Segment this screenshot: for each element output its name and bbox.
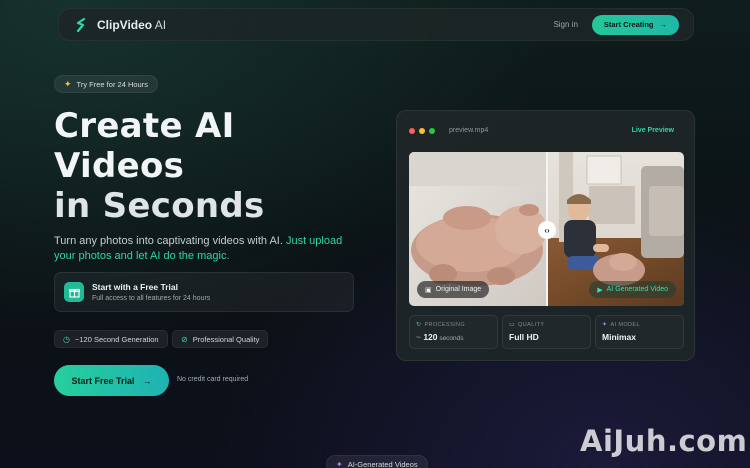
- free-trial-badge: ✦ Try Free for 24 Hours: [54, 75, 158, 93]
- start-free-trial-button[interactable]: Start Free Trial →: [54, 365, 169, 396]
- window-close-dot: [409, 128, 415, 134]
- live-preview-label: Live Preview: [631, 127, 674, 134]
- free-trial-card-subtitle: Full access to all features for 24 hours: [92, 295, 211, 302]
- gift-icon: [64, 282, 84, 302]
- video-icon: ▶: [597, 286, 603, 294]
- watermark: AiJuh.com: [580, 424, 748, 458]
- hero-title-line-2: Videos: [54, 146, 185, 186]
- logo-text[interactable]: ClipVideo AI: [97, 18, 166, 32]
- free-trial-badge-label: Try Free for 24 Hours: [76, 79, 148, 89]
- original-image-tag: ▣ Original Image: [417, 281, 490, 298]
- sparkle-icon: ✦: [336, 459, 343, 468]
- stat-quality-value: Full HD: [509, 332, 539, 342]
- stat-quality: ▭ QUALITY Full HD: [502, 315, 591, 349]
- stat-processing: ↻ PROCESSING ~ 120 seconds: [409, 315, 498, 349]
- free-trial-card[interactable]: Start with a Free Trial Full access to a…: [54, 272, 354, 312]
- feature-pill-quality: ⊘ Professional Quality: [172, 330, 269, 348]
- live-preview-card: preview.mp4 Live Preview ‹› ▣ Original I…: [396, 110, 695, 361]
- arrow-right-icon: →: [659, 20, 668, 29]
- preview-stats: ↻ PROCESSING ~ 120 seconds ▭ QUALITY Full …: [409, 315, 684, 349]
- sparkle-icon: ✦: [64, 78, 72, 89]
- top-navbar: ClipVideo AI Sign in Start Creating →: [58, 8, 694, 41]
- free-trial-card-title: Start with a Free Trial: [92, 282, 178, 292]
- clock-icon: ◷: [63, 334, 70, 344]
- before-after-comparison[interactable]: ‹› ▣ Original Image ▶ AI Generated Video: [409, 152, 684, 306]
- ai-generated-video-tag: ▶ AI Generated Video: [589, 281, 676, 298]
- image-icon: ▣: [425, 286, 432, 294]
- start-free-trial-label: Start Free Trial: [71, 375, 135, 386]
- start-creating-label: Start Creating: [603, 20, 654, 29]
- refresh-icon: ↻: [416, 322, 422, 328]
- check-circle-icon: ⊘: [181, 334, 188, 344]
- stat-processing-value: 120: [423, 332, 438, 342]
- stat-ai-model-value: Minimax: [602, 332, 637, 342]
- feature-pill-generation-time: ◷ ~120 Second Generation: [54, 330, 168, 348]
- ai-generated-videos-badge: ✦ AI-Generated Videos: [326, 455, 428, 468]
- sign-in-link[interactable]: Sign in: [553, 20, 577, 29]
- logo-icon: [73, 17, 89, 33]
- sparkle-icon: ✦: [602, 322, 608, 328]
- window-minimize-dot: [419, 128, 425, 134]
- hero-title-line-3: in Seconds: [54, 186, 265, 226]
- preview-filename: preview.mp4: [449, 127, 489, 134]
- arrow-right-icon: →: [142, 375, 152, 386]
- stat-ai-model: ✦ AI MODEL Minimax: [595, 315, 684, 349]
- monitor-icon: ▭: [509, 322, 516, 328]
- window-maximize-dot: [429, 128, 435, 134]
- start-creating-button[interactable]: Start Creating →: [591, 14, 679, 35]
- hero-title: Create AI Videos in Seconds: [54, 106, 374, 226]
- hero-subtitle: Turn any photos into captivating videos …: [54, 235, 343, 262]
- comparison-slider-handle[interactable]: ‹›: [538, 221, 556, 239]
- hero-title-line-1: Create AI: [54, 106, 235, 146]
- no-credit-card-note: No credit card required: [177, 376, 249, 383]
